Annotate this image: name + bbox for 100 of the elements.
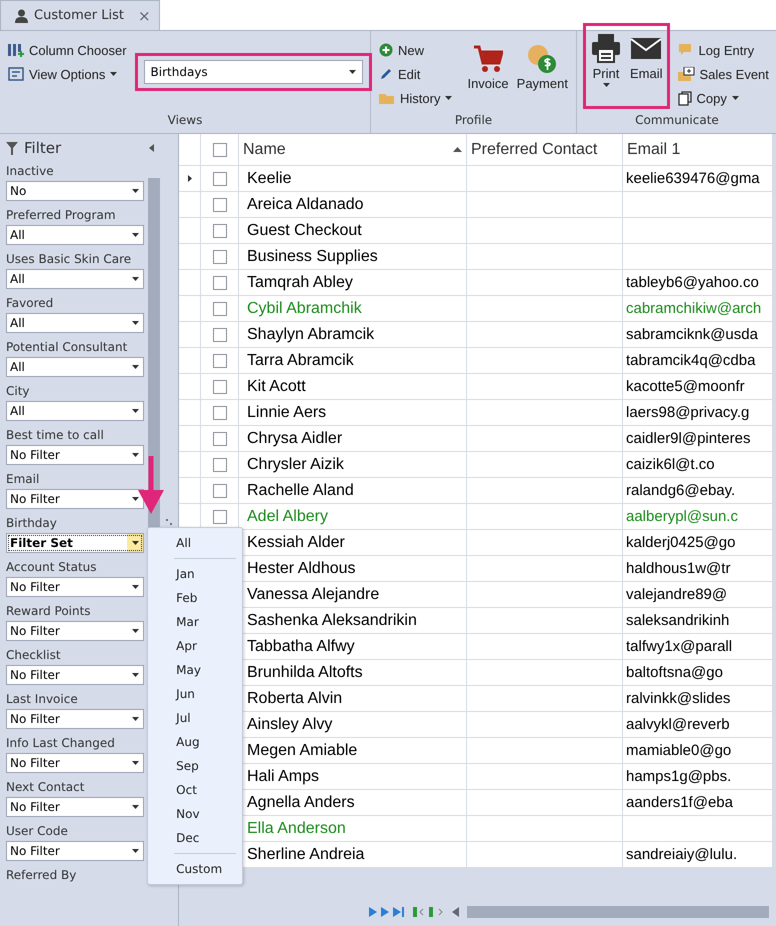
ribbon-button[interactable]: Invoice — [465, 42, 511, 93]
collapse-icon[interactable] — [149, 144, 154, 152]
table-cell: Chrysler Aizik — [239, 452, 467, 478]
note-icon — [678, 43, 694, 57]
row-header-cell[interactable] — [179, 244, 201, 270]
scrollbar[interactable] — [467, 906, 769, 918]
filter-select[interactable]: All — [6, 225, 144, 245]
table-cell: baltoftsna@go — [623, 660, 773, 686]
checkbox[interactable] — [212, 458, 226, 472]
ribbon-button[interactable]: Column Chooser — [6, 39, 129, 61]
pencil-icon — [379, 67, 393, 81]
ribbon-button[interactable]: View Options — [6, 63, 129, 85]
table-cell: Tamqrah Abley — [239, 270, 467, 296]
ribbon-button[interactable]: Payment — [514, 42, 570, 93]
checkbox[interactable] — [212, 250, 226, 264]
filter-label: Potential Consultant — [6, 339, 128, 356]
row-header-cell[interactable] — [179, 166, 201, 192]
filter-select[interactable]: No Filter — [6, 709, 144, 729]
filter-icon — [6, 142, 18, 154]
filter-select[interactable]: No Filter — [6, 621, 144, 641]
envelope-icon — [678, 67, 695, 81]
row-header-cell[interactable] — [179, 426, 201, 452]
caret-icon — [132, 189, 139, 193]
filter-select[interactable]: No Filter — [6, 841, 144, 861]
filter-select[interactable]: No Filter — [6, 445, 144, 465]
checkbox[interactable] — [212, 380, 226, 394]
checkbox[interactable] — [212, 142, 226, 156]
person-icon — [15, 8, 28, 22]
table-cell: Tarra Abramcik — [239, 348, 467, 374]
row-header-cell[interactable] — [179, 400, 201, 426]
ribbon-button[interactable]: New — [377, 39, 454, 61]
filter-select[interactable]: No Filter — [6, 489, 144, 509]
ribbon-button[interactable]: Email — [628, 30, 665, 106]
filter-select[interactable]: All — [6, 357, 144, 377]
row-header-cell[interactable] — [179, 218, 201, 244]
checkbox[interactable] — [212, 224, 226, 238]
row-header-cell[interactable] — [179, 452, 201, 478]
column-header[interactable]: Email 1 — [623, 134, 773, 166]
ribbon-button[interactable]: Log Entry — [676, 39, 771, 61]
table-cell: tableyb6@yahoo.co — [623, 270, 773, 296]
filter-label: Next Contact — [6, 779, 86, 796]
ribbon-button[interactable]: Sales Event — [676, 63, 771, 85]
filter-select[interactable]: No Filter — [6, 665, 144, 685]
filter-label: Reward Points — [6, 603, 92, 620]
row-header-cell[interactable] — [179, 348, 201, 374]
filter-label: Birthday — [6, 515, 58, 532]
row-header-cell[interactable] — [179, 192, 201, 218]
navigator-drawing[interactable] — [369, 906, 459, 918]
table-cell: Rachelle Aland — [239, 478, 467, 504]
printer-icon — [590, 32, 622, 64]
filter-select[interactable]: No Filter — [6, 753, 144, 773]
checkbox[interactable] — [212, 432, 226, 446]
table-cell: ralandg6@ebay. — [623, 478, 773, 504]
ribbon-button[interactable]: Print — [588, 30, 624, 106]
checkbox[interactable] — [212, 172, 226, 186]
checkbox[interactable] — [212, 302, 226, 316]
group-label: Profile — [454, 112, 494, 129]
row-header-cell[interactable] — [179, 374, 201, 400]
caret-icon — [132, 409, 139, 413]
table-cell: Adel Albery — [239, 504, 467, 530]
row-header-cell[interactable] — [179, 322, 201, 348]
filter-label: Favored — [6, 295, 54, 312]
caret-icon — [132, 585, 139, 589]
caret-icon — [445, 96, 452, 100]
row-header-cell[interactable] — [179, 478, 201, 504]
column-header[interactable]: Preferred Contact — [467, 134, 623, 166]
document-tab[interactable]: Customer List × — [0, 0, 160, 30]
ribbon-button[interactable]: Edit — [377, 63, 454, 85]
checkbox[interactable] — [212, 328, 226, 342]
ribbon-button[interactable]: History — [377, 87, 454, 109]
row-header-cell[interactable] — [179, 296, 201, 322]
filter-select[interactable]: Filter Set — [6, 533, 144, 553]
filter-select[interactable]: All — [6, 269, 144, 289]
filter-select[interactable]: No Filter — [6, 797, 144, 817]
coins-icon — [527, 44, 558, 74]
filter-select[interactable]: All — [6, 401, 144, 421]
table-cell: Guest Checkout — [239, 218, 467, 244]
checkbox[interactable] — [212, 510, 226, 524]
checkbox[interactable] — [212, 276, 226, 290]
filter-select[interactable]: No Filter — [6, 577, 144, 597]
table-cell: Megen Amiable — [239, 738, 467, 764]
table-cell: kacotte5@moonfr — [623, 374, 773, 400]
caret-icon — [132, 497, 139, 501]
checkbox[interactable] — [212, 354, 226, 368]
checkbox[interactable] — [212, 406, 226, 420]
filter-select[interactable]: No — [6, 181, 144, 201]
checkbox[interactable] — [212, 198, 226, 212]
caret-icon — [132, 761, 139, 765]
caret-icon — [132, 321, 139, 325]
close-button[interactable]: × — [138, 6, 151, 24]
table-cell: Hali Amps — [239, 764, 467, 790]
filter-select[interactable]: All — [6, 313, 144, 333]
table-cell: Cybil Abramchik — [239, 296, 467, 322]
ribbon-button[interactable]: Copy — [676, 87, 771, 109]
checkbox[interactable] — [212, 484, 226, 498]
row-header-cell[interactable] — [179, 270, 201, 296]
table-cell: ralvinkk@slides — [623, 686, 773, 712]
view-select[interactable]: Birthdays — [144, 60, 363, 84]
table-cell: Hester Aldhous — [239, 556, 467, 582]
column-header[interactable]: Name — [239, 134, 467, 166]
